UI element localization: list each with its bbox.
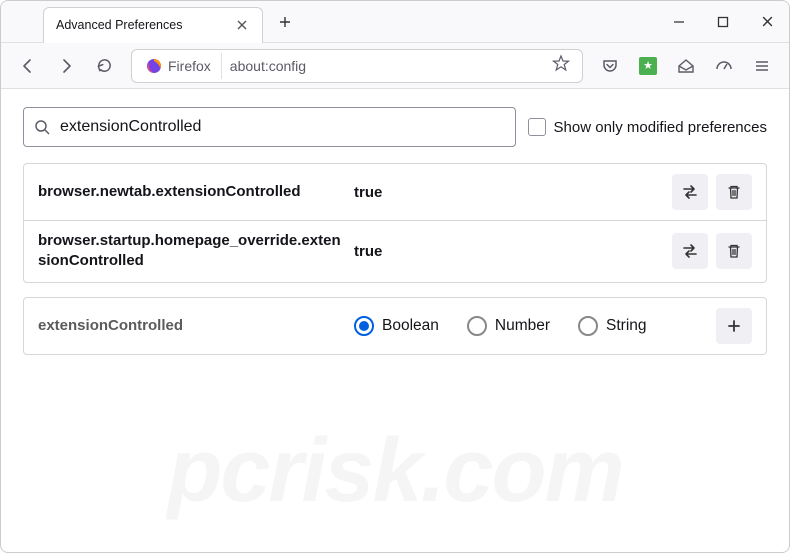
- dashboard-icon[interactable]: [707, 49, 741, 83]
- toggle-icon: [681, 183, 699, 201]
- close-tab-icon[interactable]: [234, 17, 250, 33]
- watermark: pcrisk.com: [0, 420, 790, 523]
- trash-icon: [726, 184, 742, 200]
- minimize-button[interactable]: [657, 1, 701, 43]
- toggle-icon: [681, 242, 699, 260]
- radio-icon: [354, 316, 374, 336]
- extension-icon[interactable]: ★: [631, 49, 665, 83]
- delete-button[interactable]: [716, 174, 752, 210]
- checkbox-icon[interactable]: [528, 118, 546, 136]
- type-radio-group: Boolean Number String: [346, 316, 716, 336]
- search-input[interactable]: [60, 118, 505, 136]
- firefox-icon: [146, 58, 162, 74]
- pref-name: browser.newtab.extensionControlled: [38, 182, 346, 202]
- radio-label: Number: [495, 317, 550, 335]
- identity-box[interactable]: Firefox: [136, 53, 222, 79]
- radio-boolean[interactable]: Boolean: [354, 316, 439, 336]
- pref-name: browser.startup.homepage_override.extens…: [38, 231, 346, 272]
- prefs-table: browser.newtab.extensionControlled true …: [23, 163, 767, 283]
- pref-row: browser.startup.homepage_override.extens…: [24, 221, 766, 282]
- radio-label: String: [606, 317, 647, 335]
- radio-string[interactable]: String: [578, 316, 647, 336]
- pref-value: true: [346, 243, 672, 260]
- trash-icon: [726, 243, 742, 259]
- checkbox-label: Show only modified preferences: [554, 119, 767, 136]
- content-area: Show only modified preferences browser.n…: [1, 89, 789, 373]
- toolbar: Firefox about:config ★: [1, 43, 789, 89]
- menu-button[interactable]: [745, 49, 779, 83]
- search-icon: [34, 119, 50, 135]
- toggle-button[interactable]: [672, 174, 708, 210]
- back-button[interactable]: [11, 49, 45, 83]
- pref-row: browser.newtab.extensionControlled true: [24, 164, 766, 221]
- maximize-button[interactable]: [701, 1, 745, 43]
- toggle-button[interactable]: [672, 233, 708, 269]
- mail-icon[interactable]: [669, 49, 703, 83]
- show-modified-checkbox[interactable]: Show only modified preferences: [528, 118, 767, 136]
- url-bar[interactable]: Firefox about:config: [131, 49, 583, 83]
- pocket-icon[interactable]: [593, 49, 627, 83]
- plus-icon: [726, 318, 742, 334]
- new-pref-name: extensionControlled: [38, 317, 346, 334]
- radio-icon: [467, 316, 487, 336]
- radio-number[interactable]: Number: [467, 316, 550, 336]
- new-pref-row: extensionControlled Boolean Number Strin…: [23, 297, 767, 355]
- url-text: about:config: [222, 58, 544, 74]
- delete-button[interactable]: [716, 233, 752, 269]
- close-window-button[interactable]: [745, 1, 789, 43]
- forward-button[interactable]: [49, 49, 83, 83]
- pref-value: true: [346, 184, 672, 201]
- add-button[interactable]: [716, 308, 752, 344]
- search-box[interactable]: [23, 107, 516, 147]
- titlebar: Advanced Preferences: [1, 1, 789, 43]
- browser-tab[interactable]: Advanced Preferences: [43, 7, 263, 43]
- radio-label: Boolean: [382, 317, 439, 335]
- tab-title: Advanced Preferences: [56, 18, 234, 32]
- bookmark-star-icon[interactable]: [544, 54, 578, 77]
- search-row: Show only modified preferences: [23, 107, 767, 147]
- new-tab-button[interactable]: [269, 6, 301, 38]
- radio-icon: [578, 316, 598, 336]
- identity-label: Firefox: [168, 58, 211, 74]
- reload-button[interactable]: [87, 49, 121, 83]
